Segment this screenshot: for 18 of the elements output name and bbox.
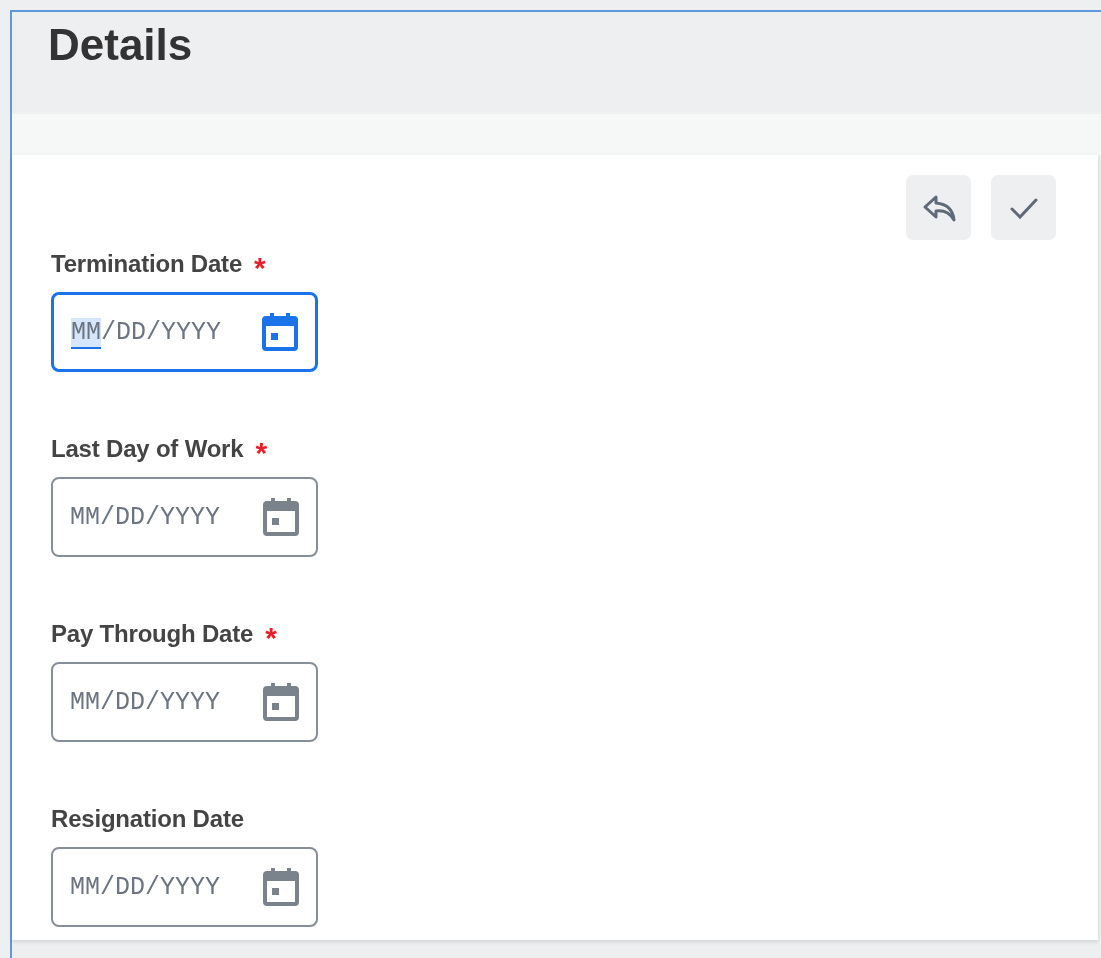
calendar-icon[interactable] (262, 497, 300, 537)
date-field[interactable]: MM/DD/YYYY (51, 292, 318, 372)
date-field[interactable]: MM/DD/YYYY (51, 477, 318, 557)
required-mark: * (254, 253, 266, 283)
field-label: Pay Through Date (51, 620, 254, 648)
calendar-icon[interactable] (262, 682, 300, 722)
calendar-icon[interactable] (262, 867, 300, 907)
date-field[interactable]: MM/DD/YYYY (51, 847, 318, 927)
field-label: Resignation Date (51, 805, 244, 833)
date-field[interactable]: MM/DD/YYYY (51, 662, 318, 742)
confirm-button[interactable] (991, 175, 1056, 240)
required-mark: * (265, 623, 277, 653)
field-label: Last Day of Work (51, 435, 244, 463)
field-label: Termination Date (51, 250, 243, 278)
required-mark: * (255, 438, 268, 468)
calendar-icon[interactable] (261, 312, 299, 352)
undo-button[interactable] (906, 175, 971, 240)
page-title: Details (48, 19, 193, 71)
